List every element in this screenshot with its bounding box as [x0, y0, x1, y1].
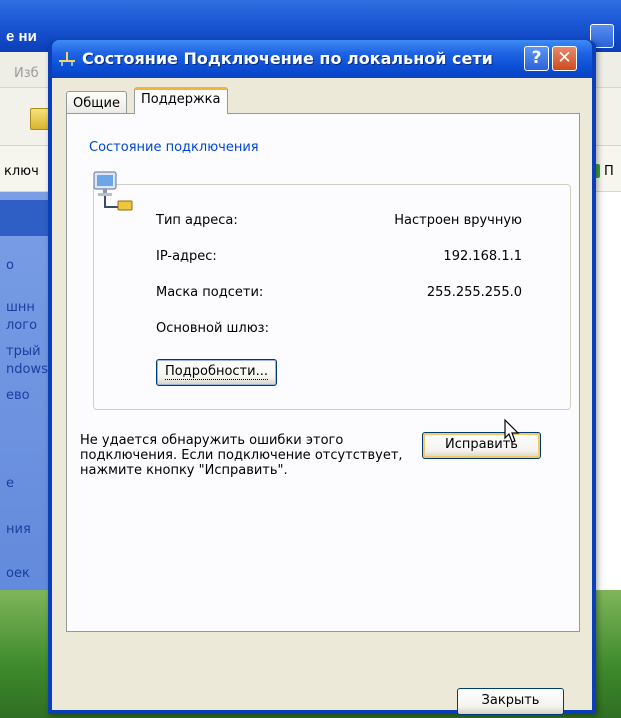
dialog-titlebar[interactable]: Состояние Подключение по локальной сети … — [52, 40, 592, 78]
tab-general[interactable]: Общие — [66, 91, 127, 113]
groupbox-title: Состояние подключения — [86, 140, 262, 155]
subnet-mask-label: Маска подсети: — [156, 285, 264, 300]
background-menu-favorites[interactable]: Изб — [14, 66, 39, 81]
default-gateway-label: Основной шлюз: — [156, 321, 269, 336]
task-pane-item[interactable]: шнн — [6, 300, 35, 315]
network-connection-icon — [59, 52, 75, 66]
close-button[interactable]: Закрыть — [457, 688, 564, 715]
address-type-value: Настроен вручную — [394, 213, 522, 228]
dialog-title: Состояние Подключение по локальной сети — [82, 49, 493, 68]
diagnostic-message: Не удается обнаружить ошибки этого подкл… — [80, 433, 403, 478]
ip-address-value: 192.168.1.1 — [443, 249, 522, 264]
background-address-text[interactable]: ключ — [4, 164, 39, 179]
task-pane-item[interactable]: ния — [6, 522, 31, 537]
details-button[interactable]: Подробности... — [156, 359, 277, 386]
background-window-title: е ни — [6, 28, 37, 45]
tab-panel-support — [66, 113, 580, 632]
subnet-mask-value: 255.255.255.0 — [426, 285, 522, 300]
task-pane-item[interactable]: лого — [6, 318, 37, 333]
task-pane-item[interactable]: е — [6, 476, 14, 491]
task-pane-item[interactable]: ево — [6, 388, 30, 403]
task-pane-item[interactable]: ndows — [6, 362, 48, 377]
repair-button[interactable]: Исправить — [422, 432, 541, 459]
help-button[interactable]: ? — [524, 46, 549, 71]
task-pane-item[interactable]: о — [6, 258, 14, 273]
close-window-button[interactable]: ✕ — [552, 46, 577, 71]
mouse-pointer-icon — [504, 419, 520, 443]
connection-status-dialog: Состояние Подключение по локальной сети … — [48, 40, 596, 715]
address-type-label: Тип адреса: — [156, 213, 238, 228]
background-go-label[interactable]: П — [604, 164, 614, 179]
network-connection-icon — [93, 171, 133, 211]
dialog-client-area: Общие Поддержка Состояние подключения Ти… — [52, 78, 592, 715]
task-pane-item[interactable]: оек — [6, 566, 30, 581]
details-button-label: Подробности... — [165, 364, 268, 380]
tab-support[interactable]: Поддержка — [134, 87, 228, 114]
task-pane-item[interactable]: трый — [6, 344, 41, 359]
ip-address-label: IP-адрес: — [156, 249, 217, 264]
